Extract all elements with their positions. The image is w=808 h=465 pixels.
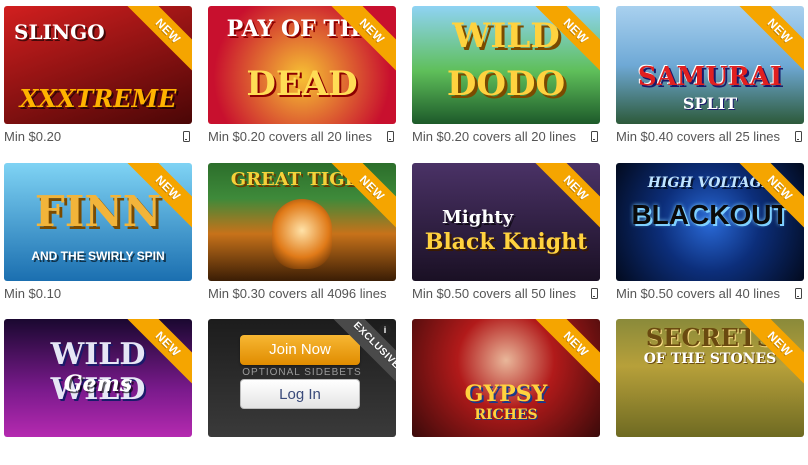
game-tile-wild-dodo[interactable]: WILD DODO NEW Min $0.20 covers all 20 li… — [412, 6, 600, 152]
mobile-device-icon — [591, 288, 598, 299]
game-tile-mighty-black-knight[interactable]: Mighty Black Knight NEW Min $0.50 covers… — [412, 163, 600, 309]
log-in-button[interactable]: Log In — [240, 379, 360, 409]
game-thumbnail[interactable]: WILD DODO NEW — [412, 6, 600, 124]
game-thumbnail[interactable]: SLINGO XXXTREME NEW — [4, 6, 192, 124]
game-caption: Min $0.20 — [4, 129, 62, 144]
mobile-device-icon — [387, 131, 394, 142]
game-thumbnail[interactable]: Mighty Black Knight NEW — [412, 163, 600, 281]
game-thumbnail[interactable]: GYPSY RICHES NEW — [412, 319, 600, 437]
game-caption: Min $0.50 covers all 50 lines — [412, 286, 577, 301]
game-caption: Min $0.20 covers all 20 lines — [412, 129, 577, 144]
game-tile-gypsy-riches[interactable]: GYPSY RICHES NEW — [412, 319, 600, 465]
game-caption: Min $0.50 covers all 40 lines — [616, 286, 781, 301]
mobile-device-icon — [591, 131, 598, 142]
mobile-device-icon — [795, 131, 802, 142]
game-title-art-sub: Gems — [63, 371, 133, 397]
game-thumbnail[interactable]: SECRETS OF THE STONES NEW — [616, 319, 804, 437]
new-badge: NEW — [532, 319, 600, 388]
game-title-art-sub: RICHES — [474, 407, 538, 423]
game-thumbnail[interactable]: HIGH VOLTAGE BLACKOUT NEW — [616, 163, 804, 281]
tiger-face-art — [272, 199, 332, 269]
game-caption: Min $0.20 covers all 20 lines — [208, 129, 373, 144]
game-tile-secrets-of-the-stones[interactable]: SECRETS OF THE STONES NEW — [616, 319, 804, 465]
game-title-art-sub: DEAD — [246, 64, 358, 104]
game-title-art-sub: BLACKOUT — [631, 199, 789, 230]
promo-subtext: OPTIONAL SIDEBETS — [242, 367, 362, 378]
game-thumbnail[interactable]: GREAT TIGER NEW — [208, 163, 396, 281]
game-title-art-sub: DODO — [446, 64, 566, 104]
game-thumbnail[interactable]: PAY OF THE DEAD NEW — [208, 6, 396, 124]
game-title-art: SAMURAI — [637, 62, 783, 92]
game-tile-exclusive-promo[interactable]: OPTIONAL SIDEBETS Join Now Log In EXCLUS… — [208, 319, 396, 465]
game-tile-slingo-xxxtreme[interactable]: SLINGO XXXTREME NEW Min $0.20 — [4, 6, 192, 152]
game-title-art: GYPSY — [464, 381, 548, 407]
mobile-device-icon — [183, 131, 190, 142]
game-tile-finn-swirly-spin[interactable]: FINN AND THE SWIRLY SPIN NEW Min $0.10 — [4, 163, 192, 309]
join-now-button[interactable]: Join Now — [240, 335, 360, 365]
game-thumbnail[interactable]: SAMURAI SPLIT NEW — [616, 6, 804, 124]
game-caption: Min $0.40 covers all 25 lines — [616, 129, 781, 144]
game-grid: SLINGO XXXTREME NEW Min $0.20 PAY OF THE… — [0, 0, 808, 442]
game-caption: Min $0.30 covers all 4096 lines — [208, 286, 387, 301]
game-tile-high-voltage-blackout[interactable]: HIGH VOLTAGE BLACKOUT NEW Min $0.50 cove… — [616, 163, 804, 309]
game-caption: Min $0.10 — [4, 286, 62, 301]
game-title-art-sub: XXXTREME — [19, 84, 177, 113]
info-icon[interactable]: i — [379, 324, 391, 336]
game-tile-great-tiger[interactable]: GREAT TIGER NEW Min $0.30 covers all 409… — [208, 163, 396, 309]
game-title-art: Mighty — [442, 207, 514, 228]
game-thumbnail[interactable]: OPTIONAL SIDEBETS Join Now Log In EXCLUS… — [208, 319, 396, 437]
game-thumbnail[interactable]: FINN AND THE SWIRLY SPIN NEW — [4, 163, 192, 281]
game-title-art-sub: SPLIT — [682, 94, 738, 113]
game-title-art-sub: AND THE SWIRLY SPIN — [31, 249, 165, 263]
game-tile-samurai-split[interactable]: SAMURAI SPLIT NEW Min $0.40 covers all 2… — [616, 6, 804, 152]
mobile-device-icon — [795, 288, 802, 299]
game-tile-wild-wild-gems[interactable]: WILD WILD Gems NEW — [4, 319, 192, 465]
game-tile-pay-of-the-dead[interactable]: PAY OF THE DEAD NEW Min $0.20 covers all… — [208, 6, 396, 152]
game-title-art-sub: Black Knight — [424, 229, 588, 255]
game-thumbnail[interactable]: WILD WILD Gems NEW — [4, 319, 192, 437]
